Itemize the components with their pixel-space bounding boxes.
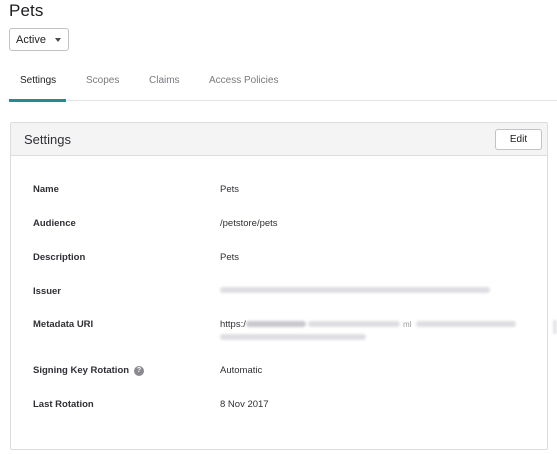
name-label: Name <box>33 184 59 195</box>
tab-settings[interactable]: Settings <box>20 75 56 86</box>
tab-settings-label: Settings <box>20 75 57 86</box>
tab-access-policies-label: Access Policies <box>209 75 279 86</box>
metadata-uri-redacted-3 <box>416 321 516 327</box>
settings-panel-header: Settings Edit <box>11 123 547 156</box>
last-rotation-label: Last Rotation <box>33 399 94 410</box>
edit-button[interactable]: Edit <box>495 129 542 150</box>
signing-key-rotation-label: Signing Key Rotation ? <box>33 365 145 376</box>
audience-label: Audience <box>33 218 76 229</box>
tab-claims-label: Claims <box>149 75 180 86</box>
metadata-uri-value-prefix: https:/ <box>220 319 246 330</box>
audience-value: /petstore/pets <box>220 218 278 229</box>
chevron-down-icon <box>55 38 61 42</box>
tab-claims[interactable]: Claims <box>149 75 180 86</box>
signing-key-rotation-label-text: Signing Key Rotation <box>33 365 130 376</box>
tab-bar: Settings Scopes Claims Access Policies <box>9 68 557 102</box>
metadata-uri-value-fragment: ml <box>403 320 412 329</box>
name-value: Pets <box>220 184 240 195</box>
help-icon[interactable]: ? <box>134 365 145 376</box>
description-value: Pets <box>220 252 240 263</box>
metadata-uri-redacted-1 <box>246 321 306 327</box>
page-edge-shadow <box>553 320 557 334</box>
metadata-uri-redacted-2 <box>308 321 400 327</box>
last-rotation-value: 8 Nov 2017 <box>220 399 269 410</box>
issuer-value-redacted <box>220 287 490 293</box>
status-select[interactable]: Active <box>9 28 69 51</box>
settings-panel-title: Settings <box>24 132 71 147</box>
metadata-uri-label: Metadata URI <box>33 319 94 330</box>
active-tab-indicator <box>9 99 66 102</box>
page-title: Pets <box>9 1 44 20</box>
tab-scopes-label: Scopes <box>86 75 120 86</box>
settings-panel: Settings Edit Name Pets Audience /petsto… <box>10 122 548 450</box>
signing-key-rotation-value: Automatic <box>220 365 263 376</box>
description-label: Description <box>33 252 86 263</box>
issuer-label: Issuer <box>33 286 61 297</box>
edit-button-label: Edit <box>509 134 528 145</box>
tab-access-policies[interactable]: Access Policies <box>209 75 278 86</box>
tab-scopes[interactable]: Scopes <box>86 75 119 86</box>
metadata-uri-redacted-4 <box>220 334 366 340</box>
page: Pets Active Settings Scopes Claims Acces… <box>0 0 557 454</box>
status-select-value: Active <box>16 33 46 46</box>
